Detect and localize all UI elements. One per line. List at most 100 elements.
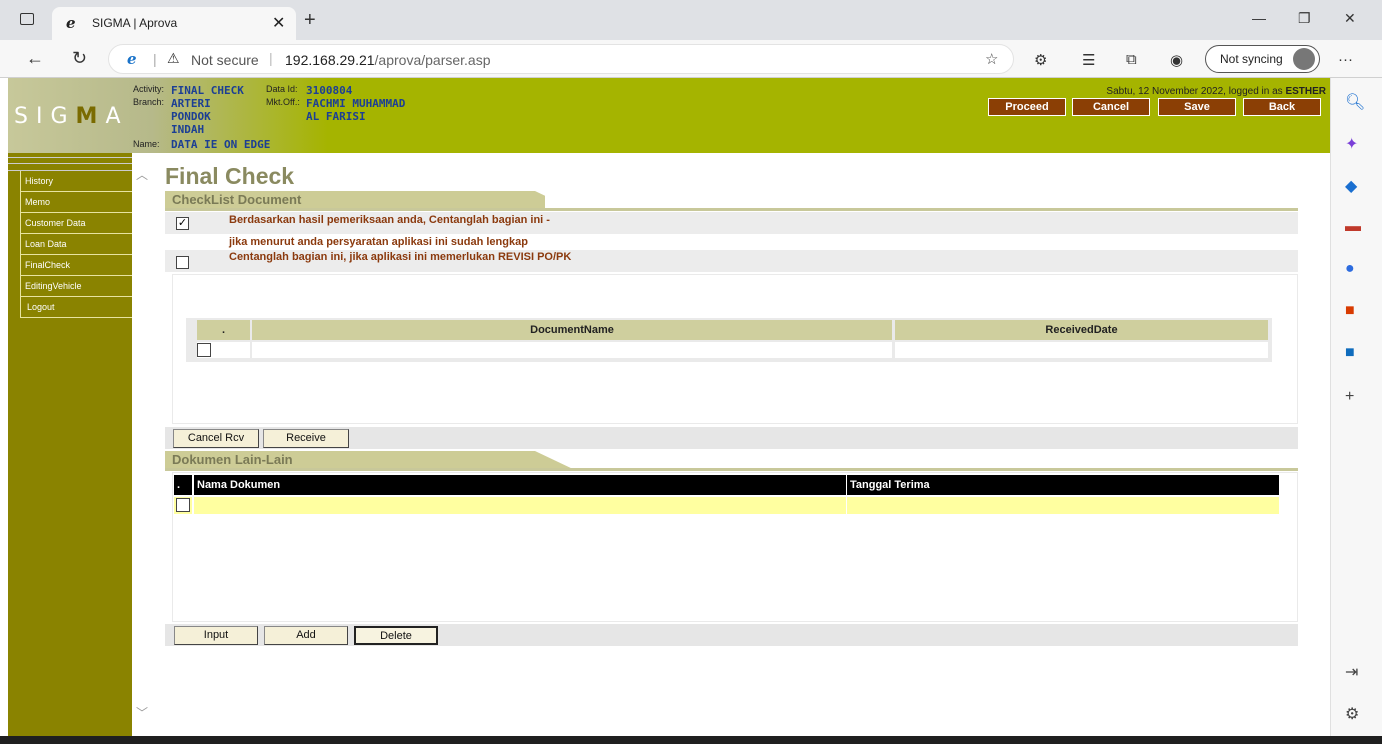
lain-row-checkbox[interactable] bbox=[176, 498, 190, 512]
checklist-row-complete-2: jika menurut anda persyaratan aplikasi i… bbox=[165, 234, 1298, 250]
activity-value: FINAL CHECK bbox=[171, 84, 244, 97]
games-icon[interactable]: ● bbox=[1345, 260, 1355, 278]
lain-col-tanggal-terima: Tanggal Terima bbox=[847, 475, 1279, 495]
complete-text-line1: Berdasarkan hasil pemeriksaan anda, Cent… bbox=[229, 214, 550, 226]
shopping-tag-icon[interactable]: ◆ bbox=[1345, 176, 1357, 196]
nav-item-editingvehicle[interactable]: EditingVehicle bbox=[20, 276, 132, 297]
close-tab-icon[interactable]: ✕ bbox=[272, 13, 285, 33]
avatar bbox=[1293, 48, 1315, 70]
add-button[interactable]: Add bbox=[264, 626, 348, 645]
left-nav: History Memo Customer Data Loan Data Fin… bbox=[8, 153, 132, 736]
proceed-button[interactable]: Proceed bbox=[988, 98, 1066, 116]
activity-label: Activity: bbox=[133, 84, 165, 94]
back-arrow-icon[interactable]: ← bbox=[26, 48, 44, 69]
nav-item-customer-data[interactable]: Customer Data bbox=[20, 213, 132, 234]
not-secure-label[interactable]: Not secure bbox=[191, 52, 259, 68]
nav-item-logout[interactable]: Logout bbox=[20, 297, 132, 318]
branch-value: ARTERI PONDOK INDAH bbox=[171, 97, 211, 136]
tab-actions-icon[interactable] bbox=[20, 13, 34, 25]
restore-icon[interactable]: ❐ bbox=[1298, 10, 1311, 27]
new-tab-icon[interactable]: + bbox=[304, 9, 316, 32]
outlook-icon[interactable]: ■ bbox=[1345, 344, 1355, 362]
url-divider: | bbox=[269, 50, 273, 66]
collections-icon[interactable]: ⧉ bbox=[1126, 51, 1137, 68]
revisi-text: Centanglah bagian ini, jika aplikasi ini… bbox=[229, 251, 572, 263]
os-taskbar bbox=[0, 736, 1382, 744]
doc-row-checkbox[interactable] bbox=[197, 343, 211, 357]
input-button[interactable]: Input bbox=[174, 626, 258, 645]
scroll-down-icon[interactable]: ﹀ bbox=[136, 704, 148, 721]
date-text: Sabtu, 12 November 2022, logged in as bbox=[1106, 86, 1286, 97]
table-row bbox=[174, 497, 192, 514]
date-login-info: Sabtu, 12 November 2022, logged in as ES… bbox=[1106, 86, 1326, 97]
doc-row-date-cell bbox=[895, 342, 1268, 358]
sidebar-settings-icon[interactable]: ⚙ bbox=[1345, 704, 1359, 724]
tools-icon[interactable]: ▬ bbox=[1345, 218, 1361, 236]
profile-sync-button[interactable]: Not syncing bbox=[1205, 45, 1320, 73]
nav-divider-lines bbox=[8, 157, 132, 171]
lain-row-date-cell[interactable] bbox=[847, 497, 1279, 514]
browser-tab[interactable]: e SIGMA | Aprova ✕ bbox=[52, 7, 296, 40]
lain-heading: Dokumen Lain-Lain bbox=[172, 452, 293, 467]
doc-button-row: Cancel Rcv Receive bbox=[165, 427, 1298, 449]
ie-favicon-icon: e bbox=[66, 14, 76, 32]
section-divider bbox=[165, 468, 1298, 471]
mkt-off-label: Mkt.Off.: bbox=[266, 97, 300, 107]
complete-text-line2: jika menurut anda persyaratan aplikasi i… bbox=[229, 236, 528, 248]
tab-title: SIGMA | Aprova bbox=[92, 16, 178, 30]
save-button[interactable]: Save bbox=[1158, 98, 1236, 116]
url-box[interactable]: e | ⚠ Not secure | 192.168.29.21/aprova/… bbox=[108, 44, 1014, 74]
url-text[interactable]: 192.168.29.21/aprova/parser.asp bbox=[285, 52, 491, 68]
copilot-icon[interactable]: ✦ bbox=[1345, 134, 1358, 154]
receive-button[interactable]: Receive bbox=[263, 429, 349, 448]
hide-sidebar-icon[interactable]: ⇥ bbox=[1345, 662, 1358, 682]
lain-button-row: Input Add Delete bbox=[165, 624, 1298, 646]
warning-icon[interactable]: ⚠ bbox=[167, 50, 180, 67]
lain-row-name-cell[interactable] bbox=[194, 497, 846, 514]
complete-checkbox[interactable]: ✓ bbox=[176, 217, 189, 230]
lain-col-select: . bbox=[174, 475, 192, 495]
minimize-icon[interactable]: — bbox=[1252, 10, 1266, 26]
doc-col-select: . bbox=[197, 320, 250, 340]
close-window-icon[interactable]: ✕ bbox=[1344, 10, 1356, 27]
back-button[interactable]: Back bbox=[1243, 98, 1321, 116]
page-title: Final Check bbox=[165, 163, 295, 189]
nav-item-history[interactable]: History bbox=[20, 171, 132, 192]
cancel-rcv-button[interactable]: Cancel Rcv bbox=[173, 429, 259, 448]
data-id-value: 3100804 bbox=[306, 84, 353, 97]
document-table: . DocumentName ReceivedDate bbox=[186, 318, 1272, 362]
more-menu-icon[interactable]: ··· bbox=[1338, 51, 1353, 68]
url-host: 192.168.29.21 bbox=[285, 52, 375, 68]
sigma-logo: SIGMA bbox=[14, 104, 129, 129]
table-row bbox=[197, 342, 250, 358]
scroll-up-icon[interactable]: ︿ bbox=[136, 166, 148, 183]
cancel-button[interactable]: Cancel bbox=[1072, 98, 1150, 116]
ie-mode-icon[interactable]: e bbox=[127, 50, 137, 68]
lain-col-nama-dokumen: Nama Dokumen bbox=[194, 475, 846, 495]
sync-label: Not syncing bbox=[1220, 52, 1283, 66]
nav-item-loan-data[interactable]: Loan Data bbox=[20, 234, 132, 255]
favorite-add-icon[interactable]: ☆ bbox=[985, 50, 998, 68]
office-icon[interactable]: ■ bbox=[1345, 302, 1355, 320]
search-icon[interactable]: 🔍︎ bbox=[1345, 92, 1365, 112]
doc-col-receiveddate: ReceivedDate bbox=[895, 320, 1268, 340]
refresh-icon[interactable]: ↻ bbox=[72, 48, 87, 69]
checklist-row-revisi: Centanglah bagian ini, jika aplikasi ini… bbox=[165, 250, 1298, 272]
data-id-label: Data Id: bbox=[266, 84, 298, 94]
revisi-checkbox[interactable] bbox=[176, 256, 189, 269]
nav-item-finalcheck[interactable]: FinalCheck bbox=[20, 255, 132, 276]
doc-col-documentname: DocumentName bbox=[252, 320, 892, 340]
delete-button[interactable]: Delete bbox=[354, 626, 438, 645]
add-sidebar-app-icon[interactable]: + bbox=[1345, 388, 1354, 406]
mkt-off-value: FACHMI MUHAMMAD AL FARISI bbox=[306, 97, 406, 123]
url-divider: | bbox=[153, 51, 157, 67]
nav-item-memo[interactable]: Memo bbox=[20, 192, 132, 213]
address-bar-row: ← ↻ e | ⚠ Not secure | 192.168.29.21/apr… bbox=[0, 40, 1382, 78]
name-label: Name: bbox=[133, 139, 160, 149]
browser-essentials-icon[interactable]: ◉ bbox=[1170, 51, 1183, 69]
extensions-icon[interactable]: ⚙ bbox=[1034, 51, 1047, 69]
favorites-icon[interactable]: ☰ bbox=[1082, 51, 1095, 69]
browser-tab-bar: e SIGMA | Aprova ✕ + — ❐ ✕ bbox=[0, 0, 1382, 40]
app-header: SIGMA Activity: FINAL CHECK Branch: ARTE… bbox=[8, 78, 1330, 153]
edge-sidebar: 🔍︎ ✦ ◆ ▬ ● ■ ■ + ⇥ ⚙ bbox=[1330, 78, 1382, 736]
